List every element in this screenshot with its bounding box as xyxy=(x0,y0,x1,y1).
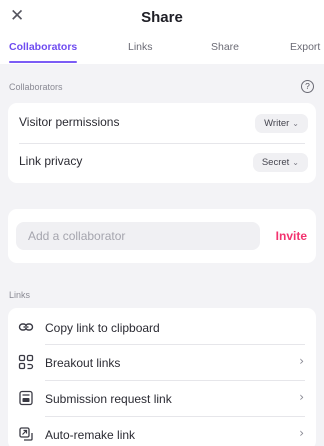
submission-icon xyxy=(19,390,33,406)
chevron-right-icon: › xyxy=(299,426,304,440)
chevron-down-icon: ⌄ xyxy=(292,158,299,167)
page-title: Share xyxy=(141,9,183,26)
invite-card: Add a collaborator Invite xyxy=(8,209,316,263)
collaborators-section-label: Collaborators xyxy=(9,82,63,92)
invite-button[interactable]: Invite xyxy=(276,229,307,243)
links-card: Copy link to clipboard Breakout links › … xyxy=(8,308,316,446)
tab-export[interactable]: Export xyxy=(290,40,320,64)
header: ✕ Share Collaborators Links Share Export xyxy=(0,0,324,64)
chevron-right-icon: › xyxy=(299,354,304,368)
visitor-permissions-select[interactable]: Writer ⌄ xyxy=(255,114,308,133)
link-privacy-select[interactable]: Secret ⌄ xyxy=(252,153,308,172)
link-privacy-row[interactable]: Link privacy Secret ⌄ xyxy=(8,144,316,180)
tab-share[interactable]: Share xyxy=(211,40,239,64)
submission-request-row[interactable]: Submission request link › xyxy=(8,381,316,416)
links-section-label: Links xyxy=(9,290,31,300)
copy-link-label: Copy link to clipboard xyxy=(45,321,160,335)
breakout-links-label: Breakout links xyxy=(45,356,121,370)
auto-remake-icon xyxy=(19,427,33,441)
tab-collaborators[interactable]: Collaborators xyxy=(9,40,78,64)
copy-link-row[interactable]: Copy link to clipboard xyxy=(8,310,316,345)
visitor-permissions-row[interactable]: Visitor permissions Writer ⌄ xyxy=(8,105,316,141)
visitor-permissions-value: Writer xyxy=(264,118,290,129)
chevron-down-icon: ⌄ xyxy=(292,119,299,128)
breakout-links-row[interactable]: Breakout links › xyxy=(8,345,316,380)
link-icon xyxy=(18,323,34,331)
submission-request-label: Submission request link xyxy=(45,392,172,406)
tab-bar: Collaborators Links Share Export xyxy=(0,40,324,64)
link-privacy-value: Secret xyxy=(261,157,290,168)
auto-remake-label: Auto-remake link xyxy=(45,428,136,442)
auto-remake-row[interactable]: Auto-remake link › xyxy=(8,417,316,446)
breakout-icon xyxy=(18,354,34,370)
tab-links[interactable]: Links xyxy=(128,40,153,64)
collaborator-settings-card: Visitor permissions Writer ⌄ Link privacy… xyxy=(8,103,316,183)
visitor-permissions-label: Visitor permissions xyxy=(19,115,120,129)
chevron-right-icon: › xyxy=(299,390,304,404)
help-icon[interactable]: ? xyxy=(301,80,314,93)
link-privacy-label: Link privacy xyxy=(19,154,83,168)
add-collaborator-input[interactable]: Add a collaborator xyxy=(16,222,260,250)
